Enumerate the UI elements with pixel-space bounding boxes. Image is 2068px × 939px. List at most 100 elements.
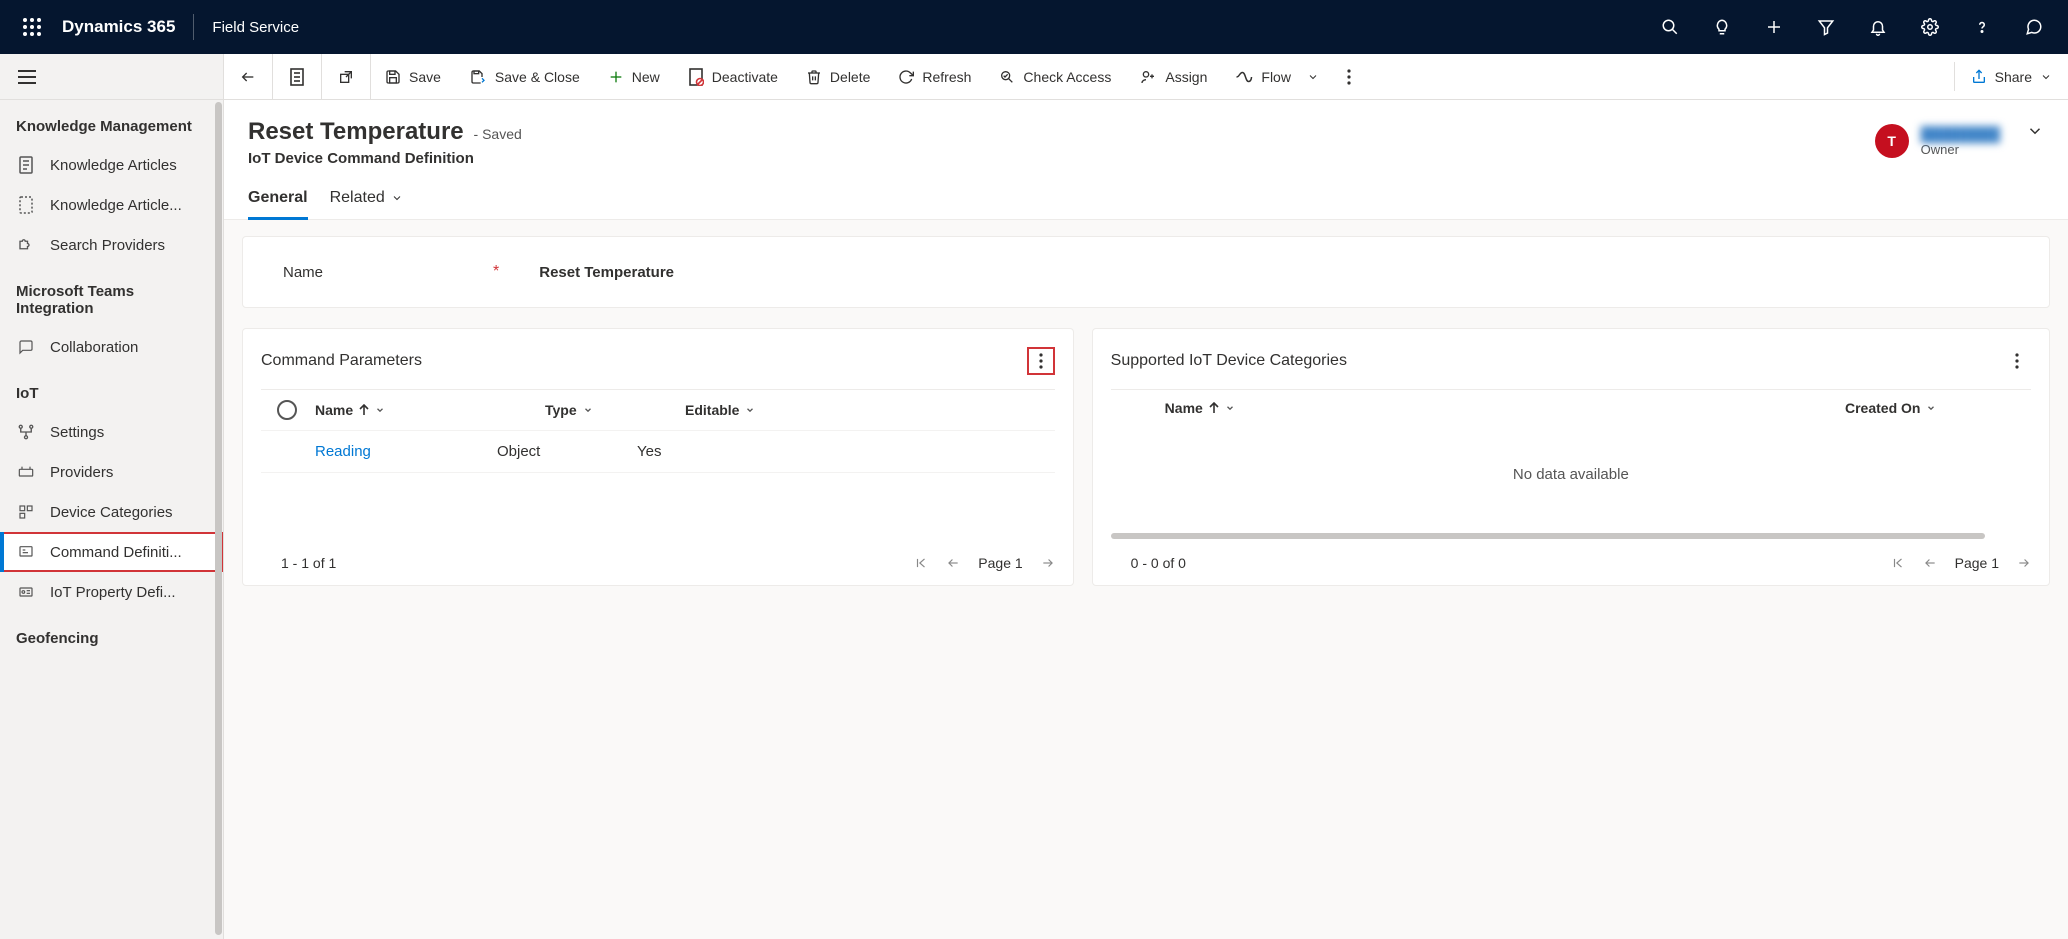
search-icon[interactable]: [1644, 0, 1696, 54]
sidebar-item-iot-property-definitions[interactable]: IoT Property Defi...: [0, 572, 223, 612]
panel-title-device-categories: Supported IoT Device Categories: [1111, 352, 1347, 370]
column-header-name[interactable]: Name: [1117, 400, 1497, 416]
topbar-divider: [193, 14, 194, 40]
sidebar-item-label: Search Providers: [50, 237, 165, 254]
column-header-editable[interactable]: Editable: [685, 402, 825, 418]
refresh-button[interactable]: Refresh: [884, 54, 985, 99]
bell-icon[interactable]: [1852, 0, 1904, 54]
sidebar-item-label: IoT Property Defi...: [50, 584, 176, 601]
sidebar-item-knowledge-article-templates[interactable]: Knowledge Article...: [0, 185, 223, 225]
column-label: Name: [1165, 400, 1203, 416]
table-row[interactable]: Reading Object Yes: [261, 430, 1055, 473]
sort-asc-icon: [1209, 402, 1219, 414]
gear-icon[interactable]: [1904, 0, 1956, 54]
refresh-label: Refresh: [922, 69, 971, 85]
record-status: - Saved: [474, 126, 522, 142]
device-categories-more-button[interactable]: [2003, 347, 2031, 375]
delete-button[interactable]: Delete: [792, 54, 884, 99]
page-label: Page 1: [978, 555, 1022, 571]
check-access-button[interactable]: Check Access: [985, 54, 1125, 99]
column-label: Type: [545, 402, 577, 418]
assign-button[interactable]: Assign: [1125, 54, 1221, 99]
chevron-down-icon: [391, 192, 403, 204]
save-label: Save: [409, 69, 441, 85]
column-label: Created On: [1845, 400, 1920, 416]
first-page-button[interactable]: [914, 556, 928, 570]
cell-type: Object: [497, 443, 637, 460]
delete-label: Delete: [830, 69, 870, 85]
column-header-type[interactable]: Type: [545, 402, 685, 418]
open-new-window-button[interactable]: [322, 54, 371, 99]
chat-icon: [16, 337, 36, 357]
app-name[interactable]: Field Service: [212, 19, 299, 36]
tab-related[interactable]: Related: [330, 181, 403, 219]
refresh-icon: [898, 69, 914, 85]
share-icon: [1971, 69, 1987, 85]
first-page-button[interactable]: [1891, 556, 1905, 570]
panel-title-command-parameters: Command Parameters: [261, 352, 422, 370]
assistant-icon[interactable]: [2008, 0, 2060, 54]
provider-icon: [16, 462, 36, 482]
lightbulb-icon[interactable]: [1696, 0, 1748, 54]
save-close-label: Save & Close: [495, 69, 580, 85]
owner-block[interactable]: T ████████ Owner: [1875, 124, 2000, 158]
deactivate-button[interactable]: Deactivate: [674, 54, 792, 99]
sidebar-item-collaboration[interactable]: Collaboration: [0, 327, 223, 367]
save-close-button[interactable]: Save & Close: [455, 54, 594, 99]
sidebar-item-search-providers[interactable]: Search Providers: [0, 225, 223, 265]
next-page-button[interactable]: [1041, 556, 1055, 570]
app-launcher-icon[interactable]: [8, 0, 56, 54]
sidebar-item-label: Knowledge Article...: [50, 197, 182, 214]
cell-editable: Yes: [637, 443, 777, 460]
tab-label: General: [248, 189, 308, 207]
check-access-label: Check Access: [1023, 69, 1111, 85]
expand-header-button[interactable]: [2026, 122, 2044, 140]
field-name-value[interactable]: Reset Temperature: [539, 264, 674, 281]
trash-icon: [806, 68, 822, 86]
sidebar-item-device-categories[interactable]: Device Categories: [0, 492, 223, 532]
sidebar-item-command-definitions[interactable]: Command Definiti...: [0, 532, 223, 572]
more-commands-button[interactable]: [1333, 54, 1365, 99]
command-parameters-more-button[interactable]: [1027, 347, 1055, 375]
prev-page-button[interactable]: [946, 556, 960, 570]
back-button[interactable]: [224, 54, 273, 99]
sidebar-item-knowledge-articles[interactable]: Knowledge Articles: [0, 145, 223, 185]
sidebar-section-teams: Microsoft Teams Integration: [0, 265, 223, 327]
sidebar-item-label: Providers: [50, 464, 113, 481]
page-status: 0 - 0 of 0: [1131, 555, 1186, 571]
save-close-icon: [469, 69, 487, 85]
deactivate-icon: [688, 68, 704, 86]
chevron-down-icon: [745, 405, 755, 415]
required-indicator: *: [493, 263, 499, 281]
next-page-button[interactable]: [2017, 556, 2031, 570]
save-button[interactable]: Save: [371, 54, 455, 99]
settings-nodes-icon: [16, 422, 36, 442]
flow-button[interactable]: Flow: [1221, 54, 1333, 99]
tab-label: Related: [330, 189, 385, 207]
chevron-down-icon: [375, 405, 385, 415]
sidebar-item-iot-providers[interactable]: Providers: [0, 452, 223, 492]
hamburger-icon[interactable]: [18, 70, 36, 84]
record-set-button[interactable]: [273, 54, 322, 99]
select-all-checkbox[interactable]: [277, 400, 297, 420]
plus-icon[interactable]: [1748, 0, 1800, 54]
avatar: T: [1875, 124, 1909, 158]
prev-page-button[interactable]: [1923, 556, 1937, 570]
column-header-name[interactable]: Name: [315, 402, 545, 418]
owner-label: Owner: [1921, 142, 2000, 157]
save-icon: [385, 69, 401, 85]
column-label: Name: [315, 402, 353, 418]
sidebar-item-iot-settings[interactable]: Settings: [0, 412, 223, 452]
filter-icon[interactable]: [1800, 0, 1852, 54]
column-header-created-on[interactable]: Created On: [1845, 400, 2025, 416]
owner-name: ████████: [1921, 126, 2000, 142]
new-label: New: [632, 69, 660, 85]
record-title: Reset Temperature: [248, 118, 464, 145]
help-icon[interactable]: [1956, 0, 2008, 54]
cell-name[interactable]: Reading: [267, 443, 497, 460]
check-access-icon: [999, 69, 1015, 85]
sidebar-scrollbar[interactable]: [215, 102, 222, 935]
new-button[interactable]: New: [594, 54, 674, 99]
share-button[interactable]: Share: [1955, 54, 2068, 99]
tab-general[interactable]: General: [248, 181, 308, 219]
